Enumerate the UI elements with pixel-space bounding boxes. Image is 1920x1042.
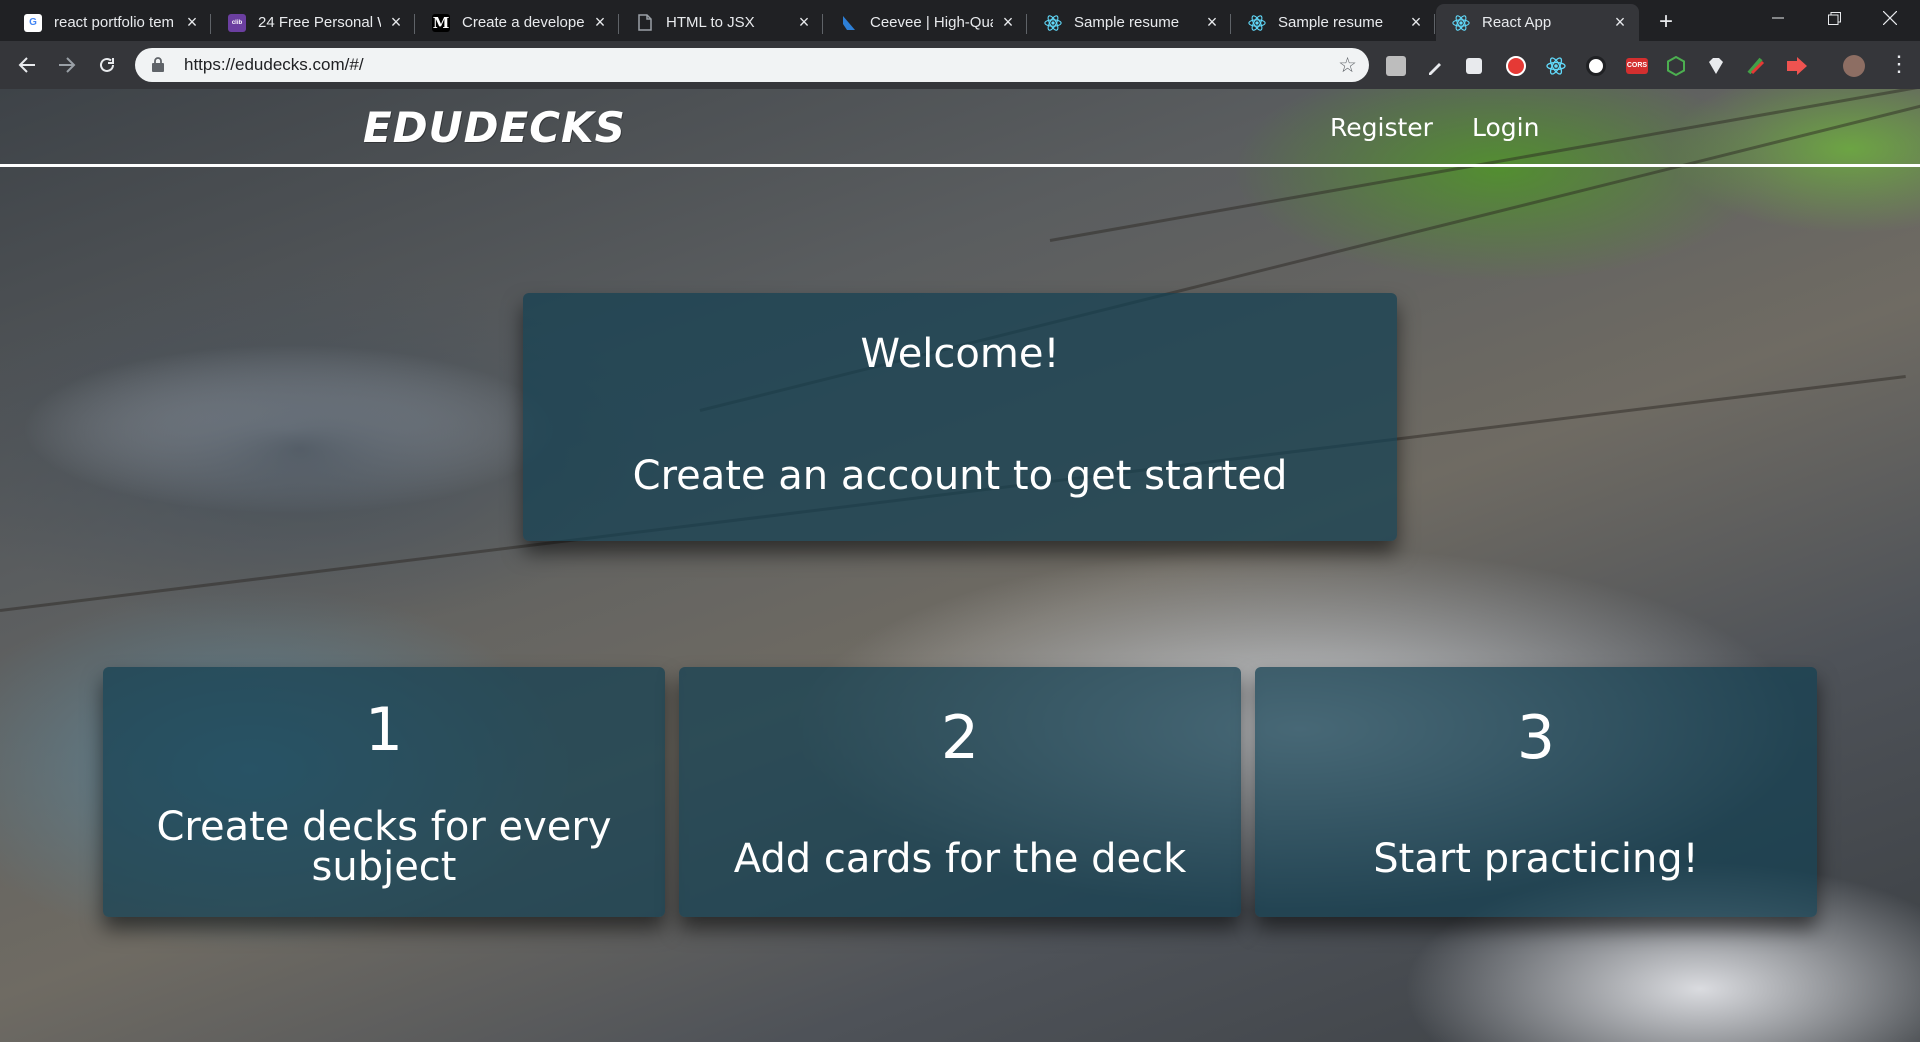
restore-button[interactable] (1806, 0, 1862, 36)
close-icon[interactable]: × (1407, 12, 1425, 33)
close-window-button[interactable] (1862, 0, 1918, 36)
tab-title: Sample resume (1278, 14, 1384, 31)
address-bar[interactable]: https://edudecks.com/#/ ☆ (135, 48, 1369, 82)
tab-2[interactable]: clib 24 Free Personal W × (212, 4, 415, 41)
menu-icon[interactable]: ⋮ (1888, 53, 1910, 75)
react-devtools-icon[interactable] (1546, 56, 1566, 76)
new-tab-button[interactable]: + (1652, 8, 1680, 36)
tab-1[interactable]: G react portfolio tem × (8, 4, 211, 41)
close-icon[interactable]: × (999, 12, 1017, 33)
tab-title: Ceevee | High-Qua (870, 14, 993, 31)
reload-button[interactable] (91, 49, 123, 81)
step-text: Start practicing! (1373, 836, 1699, 882)
lock-icon (152, 57, 166, 73)
close-icon[interactable]: × (387, 12, 405, 33)
tab-6[interactable]: Sample resume × (1028, 4, 1231, 41)
forward-button[interactable] (51, 49, 83, 81)
arrow-extension-icon[interactable] (1786, 56, 1807, 76)
diamond-extension-icon[interactable] (1706, 56, 1726, 76)
welcome-card: Welcome! Create an account to get starte… (523, 293, 1397, 541)
circle-extension-icon[interactable] (1586, 56, 1606, 76)
close-icon[interactable]: × (591, 12, 609, 33)
tab-title: React App (1482, 14, 1552, 31)
close-icon[interactable]: × (795, 12, 813, 33)
site-navbar: EDUDECKS Register Login (0, 89, 1920, 167)
close-icon[interactable]: × (1611, 12, 1629, 33)
page-icon (636, 14, 654, 32)
step-card-2: 2 Add cards for the deck (679, 667, 1241, 917)
tab-title: HTML to JSX (666, 14, 755, 31)
ceevee-icon (840, 14, 858, 32)
site-logo[interactable]: EDUDECKS (363, 103, 626, 152)
close-icon[interactable]: × (183, 12, 201, 33)
cors-extension-icon[interactable]: CORS (1626, 58, 1648, 74)
colorpicker-extension-icon[interactable] (1746, 56, 1766, 76)
step-card-3: 3 Start practicing! (1255, 667, 1817, 917)
page-viewport: EDUDECKS Register Login Welcome! Create … (0, 89, 1920, 1042)
close-icon[interactable]: × (1203, 12, 1221, 33)
tab-title: react portfolio tem (54, 14, 175, 31)
step-number: 2 (940, 703, 980, 773)
colorlib-icon: clib (228, 13, 246, 32)
welcome-subtitle: Create an account to get started (632, 453, 1288, 499)
nodejs-extension-icon[interactable] (1666, 55, 1686, 77)
tab-4[interactable]: HTML to JSX × (620, 4, 823, 41)
pen-extension-icon[interactable] (1426, 56, 1446, 76)
tab-strip: G react portfolio tem × clib 24 Free Per… (0, 0, 1920, 41)
tab-8-active[interactable]: React App × (1436, 4, 1639, 41)
react-icon (1248, 14, 1266, 32)
medium-icon: M (432, 13, 450, 32)
clipboard-extension-icon[interactable] (1466, 58, 1482, 74)
step-card-1: 1 Create decks for every subject (103, 667, 665, 917)
tab-title: Create a developer (462, 14, 585, 31)
avatar[interactable] (1843, 55, 1865, 77)
step-text: Create decks for every subject (156, 804, 612, 890)
bookmark-star-icon[interactable]: ☆ (1338, 53, 1357, 78)
url-text: https://edudecks.com/#/ (184, 55, 364, 74)
tab-title: 24 Free Personal W (258, 14, 381, 31)
minimize-button[interactable] (1750, 0, 1806, 36)
browser-toolbar: https://edudecks.com/#/ ☆ CORS ⋮ (0, 41, 1920, 89)
step-number: 1 (364, 695, 404, 765)
register-link[interactable]: Register (1330, 113, 1433, 142)
welcome-title: Welcome! (860, 331, 1060, 377)
react-icon (1044, 14, 1062, 32)
login-link[interactable]: Login (1472, 113, 1539, 142)
back-button[interactable] (11, 49, 43, 81)
tab-5[interactable]: Ceevee | High-Qua × (824, 4, 1027, 41)
record-extension-icon[interactable] (1506, 56, 1526, 76)
reader-extension-icon[interactable] (1386, 56, 1406, 76)
tab-3[interactable]: M Create a developer × (416, 4, 619, 41)
google-icon: G (24, 13, 42, 32)
tab-title: Sample resume (1074, 14, 1180, 31)
react-icon (1452, 14, 1470, 32)
tab-7[interactable]: Sample resume × (1232, 4, 1435, 41)
step-text: Add cards for the deck (733, 836, 1187, 882)
step-number: 3 (1516, 703, 1556, 773)
